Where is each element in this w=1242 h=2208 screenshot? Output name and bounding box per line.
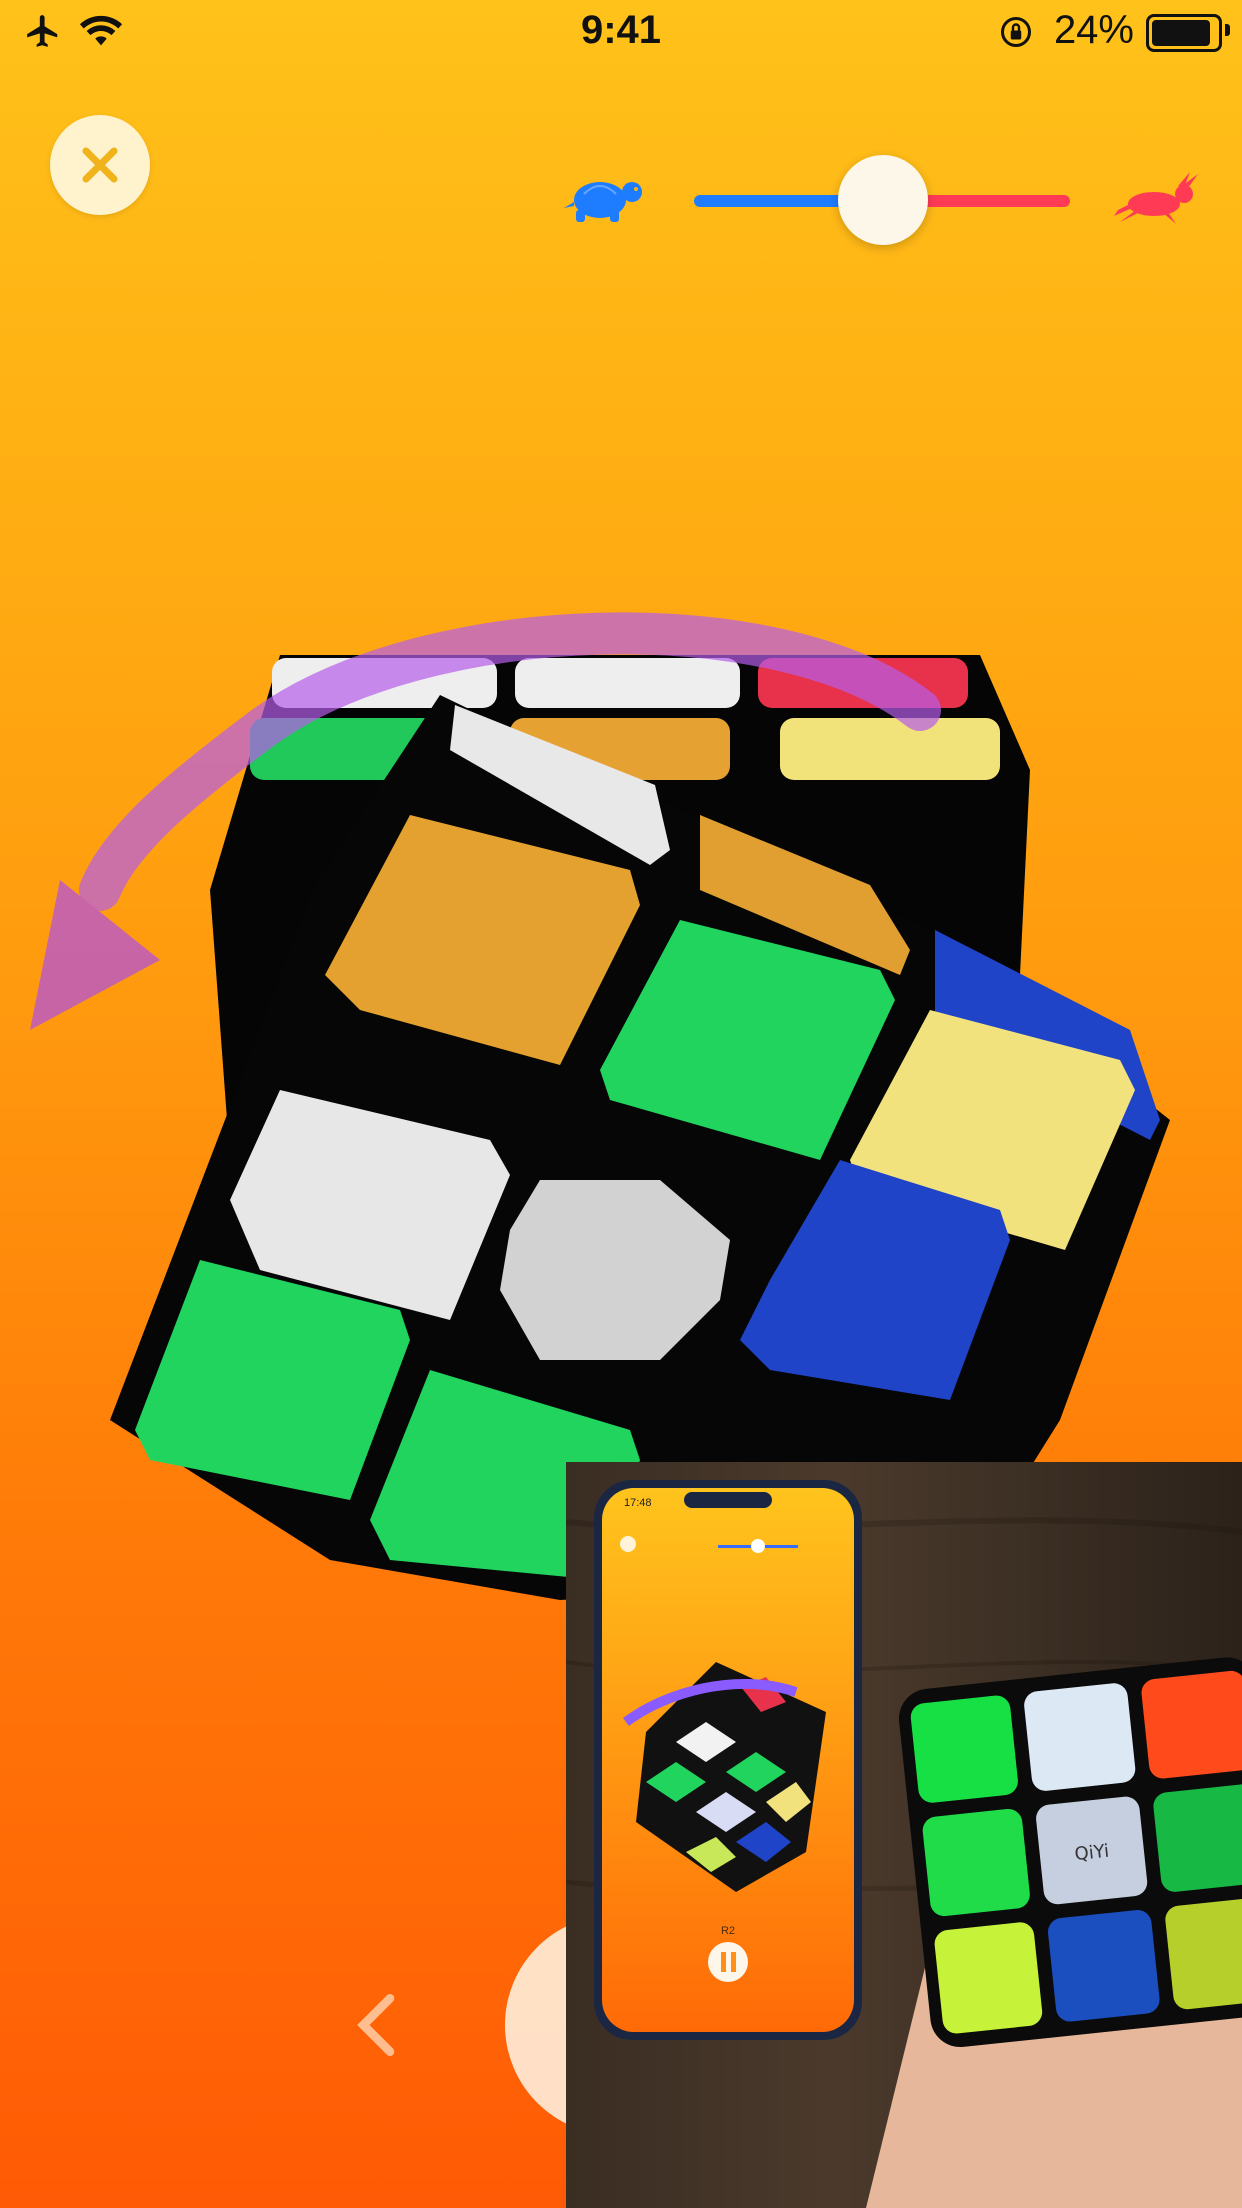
pip-phone-label: R2	[721, 1925, 735, 1937]
battery-percent: 24%	[1053, 8, 1134, 52]
battery-icon	[1146, 14, 1222, 52]
close-icon	[82, 147, 118, 183]
pip-video[interactable]: 17:48 R2 QiYi	[566, 1462, 1242, 2208]
status-bar: 9:41 24%	[0, 0, 1242, 64]
speed-slider-thumb[interactable]	[838, 155, 928, 245]
orientation-lock-icon	[1001, 17, 1031, 47]
pip-cube-logo: QiYi	[1074, 1841, 1111, 1865]
pip-physical-cube: QiYi	[898, 1657, 1242, 2048]
rabbit-icon[interactable]	[1112, 172, 1202, 226]
chevron-left-icon[interactable]	[340, 1985, 420, 2065]
pip-phone-time: 17:48	[624, 1497, 652, 1509]
close-button[interactable]	[50, 115, 150, 215]
turtle-icon[interactable]	[562, 172, 648, 226]
pip-phone: 17:48 R2	[594, 1480, 862, 2040]
